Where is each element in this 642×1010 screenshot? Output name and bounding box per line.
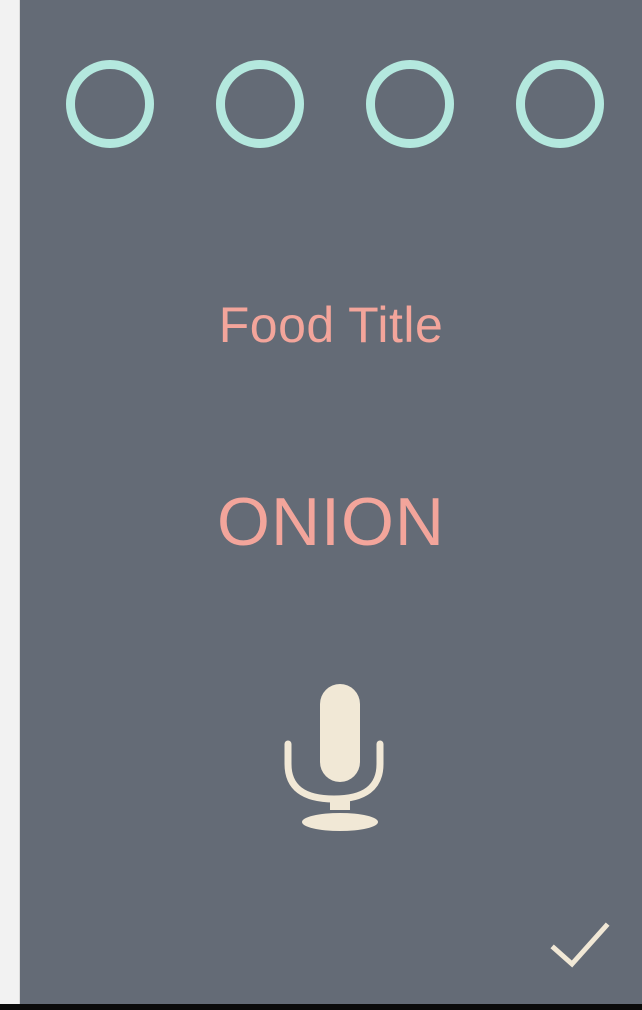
app-frame: Food Title ONION	[0, 0, 642, 1010]
microphone-button[interactable]	[284, 684, 384, 834]
food-entry-screen: Food Title ONION	[20, 0, 642, 1004]
progress-indicator	[20, 60, 642, 150]
progress-dot-3	[366, 60, 454, 148]
food-name: ONION	[217, 484, 445, 560]
food-title-label: Food Title	[218, 297, 444, 353]
window-edge	[0, 0, 20, 1004]
confirm-button[interactable]	[548, 918, 612, 972]
checkmark-icon	[550, 922, 610, 968]
microphone-icon	[284, 684, 384, 831]
progress-dot-4	[516, 60, 604, 148]
progress-dot-1	[66, 60, 154, 148]
bottom-bar	[0, 1004, 642, 1010]
progress-dot-2	[216, 60, 304, 148]
